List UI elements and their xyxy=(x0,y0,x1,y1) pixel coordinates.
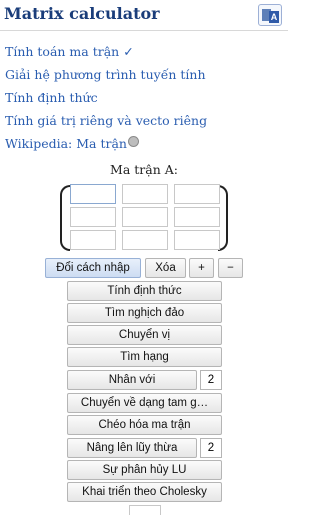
transpose-button[interactable]: Chuyển vị xyxy=(67,325,222,345)
inverse-button[interactable]: Tìm nghịch đảo xyxy=(67,303,222,323)
matrix-cell-1-3[interactable] xyxy=(174,184,220,204)
multiply-value-input[interactable]: 2 xyxy=(200,370,222,390)
app-header: Matrix calculator A xyxy=(0,0,288,31)
add-size-button[interactable]: + xyxy=(189,258,214,278)
rank-button[interactable]: Tìm hạng xyxy=(67,347,222,367)
power-button[interactable]: Nâng lên lũy thừa xyxy=(67,438,197,458)
triangular-form-button[interactable]: Chuyển về dạng tam g… xyxy=(67,393,222,413)
change-input-button[interactable]: Đổi cách nhập xyxy=(45,258,141,278)
matrix-cell-1-1[interactable] xyxy=(70,184,116,204)
matrix-cell-2-3[interactable] xyxy=(174,207,220,227)
partial-control[interactable] xyxy=(129,505,161,515)
multiply-button[interactable]: Nhân với xyxy=(67,370,197,390)
link-wikipedia-label: Wikipedia: Ma trận xyxy=(5,136,127,151)
matrix-cell-2-2[interactable] xyxy=(122,207,168,227)
link-matrix-calc[interactable]: Tính toán ma trận ✓ xyxy=(5,40,207,63)
nav-links: Tính toán ma trận ✓ Giải hệ phương trình… xyxy=(5,40,207,155)
link-eigenvalues[interactable]: Tính giá trị riêng và vecto riêng xyxy=(5,109,207,132)
determinant-button[interactable]: Tính định thức xyxy=(67,281,222,301)
app-title: Matrix calculator xyxy=(4,4,160,23)
diagonalize-button[interactable]: Chéo hóa ma trận xyxy=(67,415,222,435)
power-value-input[interactable]: 2 xyxy=(200,438,222,458)
matrix-cell-3-1[interactable] xyxy=(70,230,116,250)
lu-decomposition-button[interactable]: Sự phân hủy LU xyxy=(67,460,222,480)
matrix-cell-3-2[interactable] xyxy=(122,230,168,250)
clear-button[interactable]: Xóa xyxy=(145,258,186,278)
link-wikipedia[interactable]: Wikipedia: Ma trận xyxy=(5,132,207,155)
matrix-label: Ma trận A: xyxy=(110,162,178,177)
link-linear-systems[interactable]: Giải hệ phương trình tuyến tính xyxy=(5,63,207,86)
translate-icon[interactable]: A xyxy=(258,4,282,26)
matrix-bracket-left xyxy=(60,185,70,251)
translate-icon-front: A xyxy=(269,11,279,23)
link-determinant[interactable]: Tính định thức xyxy=(5,86,207,109)
wikipedia-globe-icon xyxy=(127,136,139,147)
matrix-cell-2-1[interactable] xyxy=(70,207,116,227)
cholesky-button[interactable]: Khai triển theo Cholesky xyxy=(67,482,222,502)
matrix-cell-1-2[interactable] xyxy=(122,184,168,204)
matrix-cell-3-3[interactable] xyxy=(174,230,220,250)
remove-size-button[interactable]: − xyxy=(218,258,243,278)
